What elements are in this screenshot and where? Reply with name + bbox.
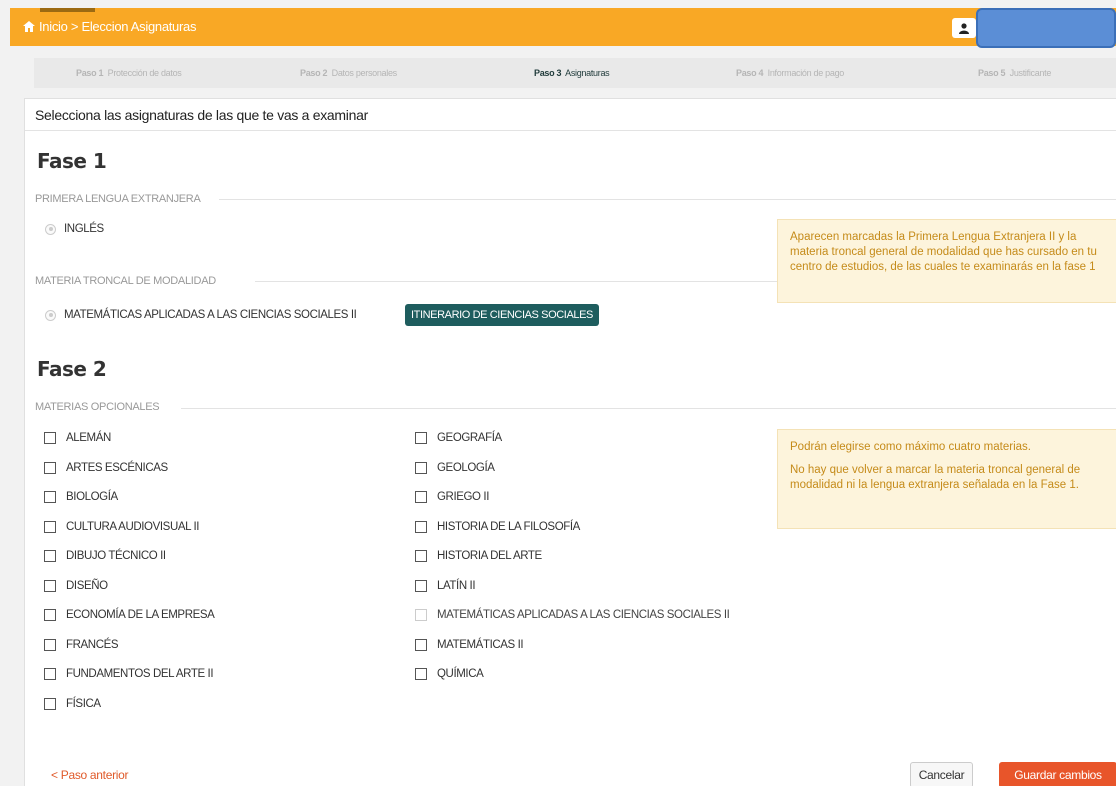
panel-title: Selecciona las asignaturas de las que te… [25, 99, 1116, 131]
optional-subject-checkbox[interactable]: BIOLOGÍA [44, 491, 118, 503]
step-2: Paso 2 Datos personales [300, 68, 397, 78]
fase2-note: Podrán elegirse como máximo cuatro mater… [777, 429, 1116, 529]
user-icon [959, 22, 969, 34]
checkbox[interactable] [415, 550, 427, 562]
checkbox[interactable] [44, 609, 56, 621]
itinerario-badge: ITINERARIO DE CIENCIAS SOCIALES [405, 304, 599, 326]
checkbox[interactable] [415, 609, 427, 621]
previous-step-link[interactable]: < Paso anterior [51, 768, 129, 782]
optional-subject-checkbox[interactable]: GEOLOGÍA [415, 461, 495, 474]
checkbox[interactable] [44, 432, 56, 444]
optional-subject-checkbox[interactable]: FÍSICA [44, 697, 101, 710]
optional-subject-checkbox[interactable]: MATEMÁTICAS II [415, 638, 524, 651]
optional-subject-checkbox[interactable]: GRIEGO II [415, 491, 489, 503]
optional-subject-checkbox[interactable]: CULTURA AUDIOVISUAL II [44, 520, 200, 533]
optional-subject-checkbox[interactable]: FRANCÉS [44, 638, 119, 651]
checkbox[interactable] [44, 550, 56, 562]
divider [255, 281, 779, 282]
optional-subject-checkbox[interactable]: HISTORIA DE LA FILOSOFÍA [415, 520, 580, 533]
optional-subject-checkbox[interactable]: LATÍN II [415, 579, 476, 592]
checkbox-label: BIOLOGÍA [66, 491, 118, 503]
checkbox-label: ECONOMÍA DE LA EMPRESA [66, 609, 215, 621]
divider [181, 408, 1116, 409]
radio-troncal[interactable]: MATEMÁTICAS APLICADAS A LAS CIENCIAS SOC… [45, 309, 357, 321]
save-button[interactable]: Guardar cambios [999, 762, 1116, 786]
checkbox[interactable] [415, 461, 427, 474]
divider [219, 199, 1116, 200]
fase2-note-text-1: Podrán elegirse como máximo cuatro mater… [790, 441, 1031, 453]
checkbox[interactable] [44, 461, 56, 474]
radio-label: MATEMÁTICAS APLICADAS A LAS CIENCIAS SOC… [64, 309, 357, 321]
step-3: Paso 3 Asignaturas [534, 68, 610, 78]
user-button[interactable] [952, 18, 976, 38]
checkbox-label: CULTURA AUDIOVISUAL II [66, 520, 200, 533]
checkbox[interactable] [44, 491, 56, 503]
optional-subject-checkbox[interactable]: ECONOMÍA DE LA EMPRESA [44, 609, 215, 621]
checkbox[interactable] [44, 638, 56, 651]
fase1-note: Aparecen marcadas la Primera Lengua Extr… [777, 219, 1116, 303]
opcionales-label: MATERIAS OPCIONALES [35, 401, 160, 413]
checkbox[interactable] [44, 520, 56, 533]
step-5: Paso 5 Justificante [978, 68, 1052, 78]
checkbox-label: GEOGRAFÍA [437, 432, 502, 444]
optional-subject-checkbox[interactable]: ALEMÁN [44, 432, 111, 444]
subjects-panel: Selecciona las asignaturas de las que te… [24, 98, 1116, 786]
home-icon [23, 21, 35, 32]
checkbox-label: FRANCÉS [66, 638, 119, 651]
fase2-title: Fase 2 [37, 357, 107, 381]
checkbox-label: HISTORIA DE LA FILOSOFÍA [437, 520, 580, 533]
optional-subject-checkbox[interactable]: DISEÑO [44, 579, 108, 592]
checkbox[interactable] [415, 579, 427, 592]
radio-ingles[interactable]: INGLÉS [45, 223, 104, 235]
checkbox-label: HISTORIA DEL ARTE [437, 550, 542, 562]
checkbox-label: MATEMÁTICAS II [437, 638, 524, 651]
checkbox-label: QUÍMICA [437, 668, 484, 680]
top-bar-accent [40, 8, 95, 12]
checkbox-label: ALEMÁN [66, 432, 111, 444]
checkbox[interactable] [44, 668, 56, 680]
checkbox[interactable] [415, 520, 427, 533]
user-name-box[interactable] [976, 8, 1116, 48]
checkbox-label: DIBUJO TÉCNICO II [66, 550, 166, 562]
radio-button[interactable] [45, 309, 56, 321]
checkbox-label: MATEMÁTICAS APLICADAS A LAS CIENCIAS SOC… [437, 609, 730, 621]
checkbox[interactable] [415, 432, 427, 444]
step-1: Paso 1 Protección de datos [76, 68, 182, 78]
step-4: Paso 4 Información de pago [736, 68, 844, 78]
optional-subject-checkbox[interactable]: DIBUJO TÉCNICO II [44, 550, 166, 562]
checkbox[interactable] [415, 668, 427, 680]
optional-subject-checkbox[interactable]: GEOGRAFÍA [415, 432, 502, 444]
checkbox-label: FUNDAMENTOS DEL ARTE II [66, 668, 214, 680]
radio-label: INGLÉS [64, 223, 104, 235]
optional-subject-checkbox[interactable]: FUNDAMENTOS DEL ARTE II [44, 668, 214, 680]
lengua-label: PRIMERA LENGUA EXTRANJERA [35, 193, 201, 205]
fase1-title: Fase 1 [37, 149, 107, 173]
radio-button[interactable] [45, 223, 56, 235]
fase2-note-text-2: No hay que volver a marcar la materia tr… [790, 464, 1081, 491]
checkbox[interactable] [415, 491, 427, 503]
cancel-button[interactable]: Cancelar [910, 762, 973, 786]
checkbox-label: FÍSICA [66, 697, 101, 710]
checkbox-label: LATÍN II [437, 579, 476, 592]
checkbox[interactable] [44, 697, 56, 710]
checkbox-label: GRIEGO II [437, 491, 489, 503]
checkbox[interactable] [44, 579, 56, 592]
checkbox-label: ARTES ESCÉNICAS [66, 461, 168, 474]
fase1-note-text: Aparecen marcadas la Primera Lengua Extr… [790, 231, 1097, 273]
step-progress: Paso 1 Protección de datos Paso 2 Datos … [34, 58, 1116, 88]
checkbox[interactable] [415, 638, 427, 651]
optional-subject-checkbox[interactable]: MATEMÁTICAS APLICADAS A LAS CIENCIAS SOC… [415, 609, 730, 621]
optional-subject-checkbox[interactable]: ARTES ESCÉNICAS [44, 461, 168, 474]
checkbox-label: DISEÑO [66, 579, 108, 592]
breadcrumb[interactable]: Inicio > Eleccion Asignaturas [23, 19, 196, 34]
optional-subject-checkbox[interactable]: HISTORIA DEL ARTE [415, 550, 542, 562]
optional-subject-checkbox[interactable]: QUÍMICA [415, 668, 484, 680]
top-bar: Inicio > Eleccion Asignaturas [10, 8, 1116, 48]
breadcrumb-text[interactable]: Inicio > Eleccion Asignaturas [39, 19, 196, 34]
troncal-label: MATERIA TRONCAL DE MODALIDAD [35, 275, 216, 287]
checkbox-label: GEOLOGÍA [437, 461, 495, 474]
